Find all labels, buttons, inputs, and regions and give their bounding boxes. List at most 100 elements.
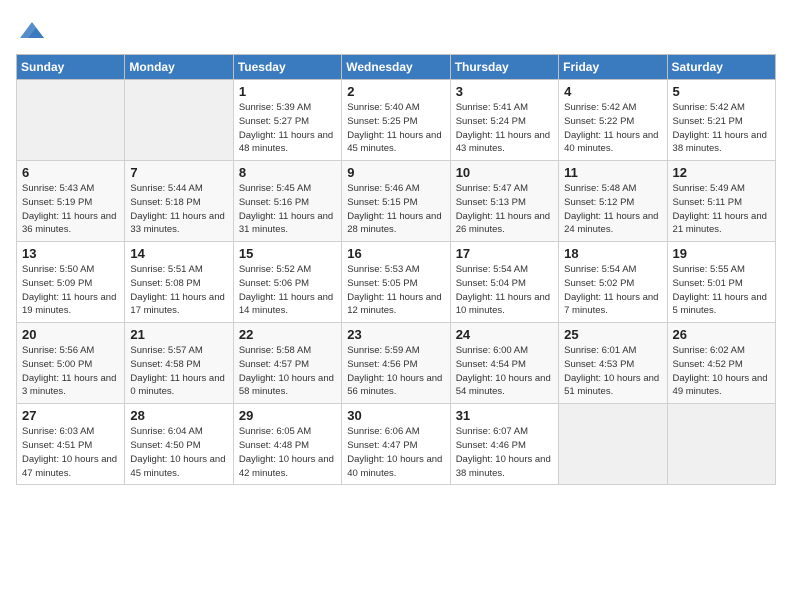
day-number: 9 [347,165,444,180]
calendar-cell: 20 Sunrise: 5:56 AMSunset: 5:00 PMDayligh… [17,323,125,404]
calendar-cell: 13 Sunrise: 5:50 AMSunset: 5:09 PMDayligh… [17,242,125,323]
logo-icon [18,16,46,44]
day-info: Sunrise: 5:59 AMSunset: 4:56 PMDaylight:… [347,344,444,399]
calendar-cell: 7 Sunrise: 5:44 AMSunset: 5:18 PMDaylight… [125,161,233,242]
day-info: Sunrise: 6:05 AMSunset: 4:48 PMDaylight:… [239,425,336,480]
day-info: Sunrise: 5:44 AMSunset: 5:18 PMDaylight:… [130,182,227,237]
calendar-cell [667,404,775,485]
calendar-week-row: 1Sunrise: 5:39 AMSunset: 5:27 PMDaylight… [17,80,776,161]
day-info: Sunrise: 5:56 AMSunset: 5:00 PMDaylight:… [22,344,119,399]
calendar-cell: 29 Sunrise: 6:05 AMSunset: 4:48 PMDayligh… [233,404,341,485]
day-info: Sunrise: 5:52 AMSunset: 5:06 PMDaylight:… [239,263,336,318]
calendar-cell: 4Sunrise: 5:42 AMSunset: 5:22 PMDaylight… [559,80,667,161]
day-info: Sunrise: 5:41 AMSunset: 5:24 PMDaylight:… [456,101,553,156]
calendar-cell: 24Sunrise: 6:00 AMSunset: 4:54 PMDayligh… [450,323,558,404]
day-info: Sunrise: 5:57 AMSunset: 4:58 PMDaylight:… [130,344,227,399]
day-info: Sunrise: 6:03 AMSunset: 4:51 PMDaylight:… [22,425,119,480]
calendar-cell: 8 Sunrise: 5:45 AMSunset: 5:16 PMDaylight… [233,161,341,242]
day-number: 27 [22,408,119,423]
day-info: Sunrise: 5:49 AMSunset: 5:11 PMDaylight:… [673,182,770,237]
day-info: Sunrise: 5:50 AMSunset: 5:09 PMDaylight:… [22,263,119,318]
weekday-header: Wednesday [342,55,450,80]
day-info: Sunrise: 5:55 AMSunset: 5:01 PMDaylight:… [673,263,770,318]
day-number: 2 [347,84,444,99]
calendar-cell: 12 Sunrise: 5:49 AMSunset: 5:11 PMDayligh… [667,161,775,242]
day-number: 8 [239,165,336,180]
weekday-header: Thursday [450,55,558,80]
day-number: 11 [564,165,661,180]
day-number: 26 [673,327,770,342]
day-number: 30 [347,408,444,423]
calendar-week-row: 13 Sunrise: 5:50 AMSunset: 5:09 PMDayligh… [17,242,776,323]
calendar-cell: 9 Sunrise: 5:46 AMSunset: 5:15 PMDaylight… [342,161,450,242]
calendar-cell: 31 Sunrise: 6:07 AMSunset: 4:46 PMDayligh… [450,404,558,485]
day-number: 10 [456,165,553,180]
weekday-header: Monday [125,55,233,80]
calendar-week-row: 20 Sunrise: 5:56 AMSunset: 5:00 PMDayligh… [17,323,776,404]
weekday-header: Tuesday [233,55,341,80]
day-number: 15 [239,246,336,261]
day-number: 21 [130,327,227,342]
day-info: Sunrise: 5:51 AMSunset: 5:08 PMDaylight:… [130,263,227,318]
day-info: Sunrise: 5:46 AMSunset: 5:15 PMDaylight:… [347,182,444,237]
day-number: 20 [22,327,119,342]
calendar-cell: 22 Sunrise: 5:58 AMSunset: 4:57 PMDayligh… [233,323,341,404]
calendar-cell: 25 Sunrise: 6:01 AMSunset: 4:53 PMDayligh… [559,323,667,404]
day-number: 25 [564,327,661,342]
calendar-cell: 3 Sunrise: 5:41 AMSunset: 5:24 PMDaylight… [450,80,558,161]
calendar-cell: 1Sunrise: 5:39 AMSunset: 5:27 PMDaylight… [233,80,341,161]
day-info: Sunrise: 5:48 AMSunset: 5:12 PMDaylight:… [564,182,661,237]
day-info: Sunrise: 5:54 AMSunset: 5:04 PMDaylight:… [456,263,553,318]
day-info: Sunrise: 6:02 AMSunset: 4:52 PMDaylight:… [673,344,770,399]
day-info: Sunrise: 5:54 AMSunset: 5:02 PMDaylight:… [564,263,661,318]
day-number: 12 [673,165,770,180]
calendar-cell: 28Sunrise: 6:04 AMSunset: 4:50 PMDayligh… [125,404,233,485]
day-number: 28 [130,408,227,423]
day-info: Sunrise: 5:43 AMSunset: 5:19 PMDaylight:… [22,182,119,237]
day-number: 14 [130,246,227,261]
calendar-cell: 27 Sunrise: 6:03 AMSunset: 4:51 PMDayligh… [17,404,125,485]
day-info: Sunrise: 5:45 AMSunset: 5:16 PMDaylight:… [239,182,336,237]
weekday-header: Friday [559,55,667,80]
calendar-cell: 6 Sunrise: 5:43 AMSunset: 5:19 PMDaylight… [17,161,125,242]
calendar-cell: 16Sunrise: 5:53 AMSunset: 5:05 PMDayligh… [342,242,450,323]
day-number: 22 [239,327,336,342]
day-number: 31 [456,408,553,423]
day-info: Sunrise: 6:07 AMSunset: 4:46 PMDaylight:… [456,425,553,480]
calendar-cell [125,80,233,161]
day-info: Sunrise: 5:58 AMSunset: 4:57 PMDaylight:… [239,344,336,399]
calendar-week-row: 27 Sunrise: 6:03 AMSunset: 4:51 PMDayligh… [17,404,776,485]
calendar-cell [559,404,667,485]
calendar-cell: 19Sunrise: 5:55 AMSunset: 5:01 PMDayligh… [667,242,775,323]
day-info: Sunrise: 6:01 AMSunset: 4:53 PMDaylight:… [564,344,661,399]
day-number: 6 [22,165,119,180]
calendar-cell: 23 Sunrise: 5:59 AMSunset: 4:56 PMDayligh… [342,323,450,404]
day-number: 18 [564,246,661,261]
calendar-cell: 17Sunrise: 5:54 AMSunset: 5:04 PMDayligh… [450,242,558,323]
day-number: 1 [239,84,336,99]
weekday-header: Saturday [667,55,775,80]
weekday-header-row: SundayMondayTuesdayWednesdayThursdayFrid… [17,55,776,80]
day-info: Sunrise: 5:42 AMSunset: 5:22 PMDaylight:… [564,101,661,156]
day-number: 29 [239,408,336,423]
calendar-cell: 26 Sunrise: 6:02 AMSunset: 4:52 PMDayligh… [667,323,775,404]
day-info: Sunrise: 5:47 AMSunset: 5:13 PMDaylight:… [456,182,553,237]
calendar-cell: 2 Sunrise: 5:40 AMSunset: 5:25 PMDaylight… [342,80,450,161]
day-number: 16 [347,246,444,261]
calendar-cell: 14 Sunrise: 5:51 AMSunset: 5:08 PMDayligh… [125,242,233,323]
day-number: 7 [130,165,227,180]
calendar-cell: 30 Sunrise: 6:06 AMSunset: 4:47 PMDayligh… [342,404,450,485]
day-info: Sunrise: 6:06 AMSunset: 4:47 PMDaylight:… [347,425,444,480]
weekday-header: Sunday [17,55,125,80]
logo [16,16,46,44]
calendar-cell: 11 Sunrise: 5:48 AMSunset: 5:12 PMDayligh… [559,161,667,242]
day-info: Sunrise: 5:40 AMSunset: 5:25 PMDaylight:… [347,101,444,156]
day-number: 3 [456,84,553,99]
day-number: 13 [22,246,119,261]
day-number: 24 [456,327,553,342]
day-info: Sunrise: 5:42 AMSunset: 5:21 PMDaylight:… [673,101,770,156]
day-number: 23 [347,327,444,342]
calendar-table: SundayMondayTuesdayWednesdayThursdayFrid… [16,54,776,485]
calendar-cell: 10 Sunrise: 5:47 AMSunset: 5:13 PMDayligh… [450,161,558,242]
calendar-cell: 18 Sunrise: 5:54 AMSunset: 5:02 PMDayligh… [559,242,667,323]
